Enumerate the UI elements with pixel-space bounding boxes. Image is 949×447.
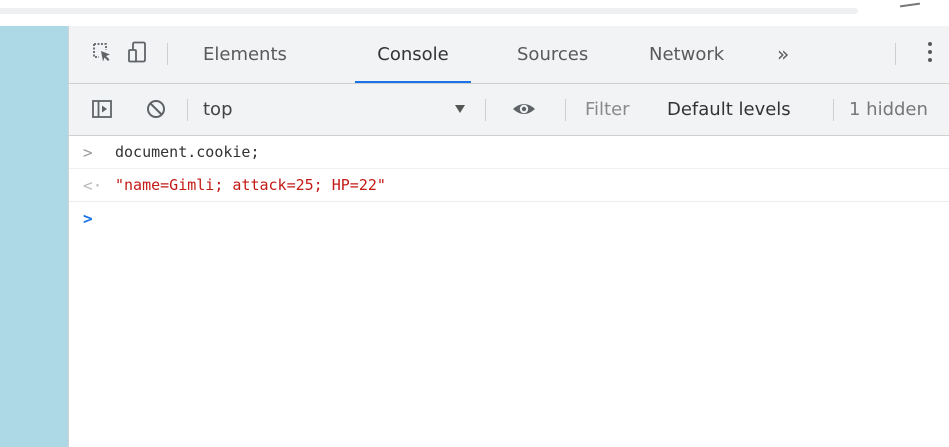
tab-network[interactable]: Network [649,26,724,83]
result-arrow-icon: <· [83,176,103,195]
window-control-mark [899,2,921,8]
console-input-line: > document.cookie; [69,136,949,169]
hidden-messages-count: 1 hidden [849,99,928,120]
tab-console[interactable]: Console [355,26,471,83]
prompt-caret-icon: > [83,209,93,228]
input-prompt-icon: > [83,143,93,162]
log-levels-dropdown[interactable]: Default levels [667,84,791,135]
toolbar-separator [485,99,486,121]
console-messages: > document.cookie; <· "name=Gimli; attac… [69,136,949,235]
screen: Elements Console Sources Network » top F… [0,0,949,447]
tab-label: Sources [517,44,589,65]
toolbar-separator [565,99,566,121]
console-result-line: <· "name=Gimli; attack=25; HP=22" [69,169,949,202]
console-toolbar: top Filter Default levels 1 hidden [69,84,949,136]
tab-sources[interactable]: Sources [517,26,588,83]
inspected-page-area[interactable] [0,26,68,447]
tab-label: Console [377,44,449,65]
tab-separator [167,43,168,65]
input-text[interactable]: document.cookie; [115,136,260,169]
clear-console-icon[interactable] [145,98,167,120]
console-prompt-line[interactable]: > [69,202,949,235]
live-expression-eye-icon[interactable] [511,98,537,120]
tab-elements[interactable]: Elements [203,26,287,83]
toolbar-separator [187,99,188,121]
context-selector[interactable]: top [203,84,469,135]
filter-input[interactable]: Filter [585,84,643,135]
devtools-panel: Elements Console Sources Network » top F… [68,26,949,447]
address-bar-edge [0,8,858,14]
kebab-menu-icon[interactable] [927,42,933,66]
tab-label: Network [649,44,725,65]
browser-top-strip [0,0,949,26]
more-tabs-button[interactable]: » [777,26,789,83]
inspect-element-icon[interactable] [91,41,113,63]
toolbar-separator [833,99,834,121]
result-string[interactable]: "name=Gimli; attack=25; HP=22" [115,169,386,202]
show-sidebar-icon[interactable] [91,98,113,120]
tab-separator [895,43,896,65]
tab-label: Elements [203,44,287,65]
active-tab-indicator [355,81,471,83]
devtools-tab-bar: Elements Console Sources Network » [69,26,949,84]
context-label: top [203,99,233,120]
dropdown-arrow-icon[interactable] [455,105,465,113]
device-toolbar-icon[interactable] [127,41,149,63]
